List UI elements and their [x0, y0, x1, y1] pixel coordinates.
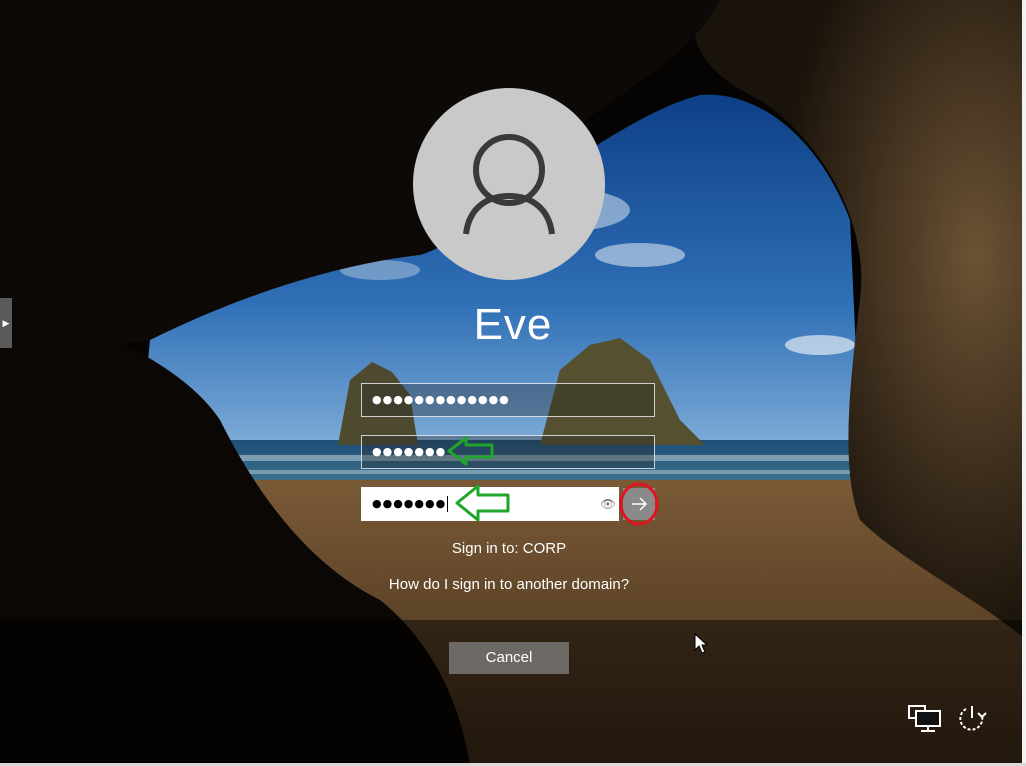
network-icon[interactable]: [908, 703, 942, 733]
arrow-right-icon: [632, 497, 648, 511]
power-icon[interactable]: [956, 702, 988, 734]
submit-button[interactable]: [623, 488, 655, 520]
avatar: [413, 88, 605, 280]
username: Eve: [473, 300, 553, 349]
user-icon: [463, 134, 555, 235]
sign-in-domain-text: Sign in to: CORP: [451, 540, 567, 557]
other-domain-link[interactable]: How do I sign in to another domain?: [0, 576, 1018, 593]
mouse-cursor-icon: [694, 633, 708, 654]
eye-icon[interactable]: 👁: [600, 496, 616, 512]
credential-field-1[interactable]: ●●●●●●●●●●●●●: [361, 383, 655, 417]
cancel-button[interactable]: Cancel: [449, 642, 569, 674]
password-value: ●●●●●●●: [372, 497, 447, 510]
password-field[interactable]: ●●●●●●●: [361, 487, 619, 521]
window-edge: [1022, 0, 1026, 766]
credential-field-2[interactable]: ●●●●●●●: [361, 435, 655, 469]
text-caret: [447, 496, 449, 512]
